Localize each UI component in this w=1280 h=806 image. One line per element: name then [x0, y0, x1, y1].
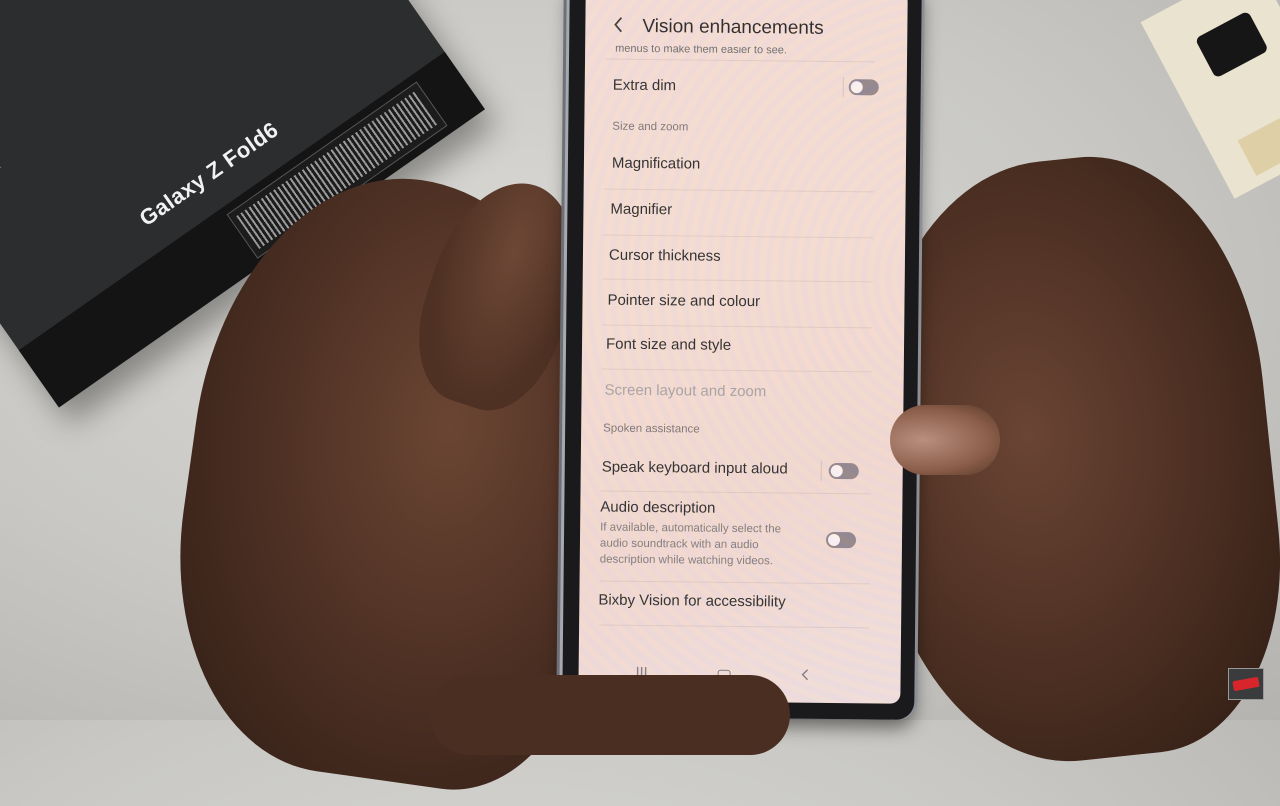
setting-label: Magnifier: [610, 200, 673, 219]
chevron-left-icon: [614, 17, 623, 33]
extra-dim-toggle[interactable]: [848, 79, 879, 96]
background-scene: Galaxy Z Fold6 Vision enhancements menus…: [0, 0, 1280, 806]
section-header-size-zoom: Size and zoom: [612, 120, 689, 134]
section-header-spoken-assistance: Spoken assistance: [603, 422, 700, 436]
bottom-finger: [430, 675, 790, 755]
setting-label: Audio description: [600, 498, 716, 517]
phone: Vision enhancements menus to make them e…: [562, 0, 922, 720]
setting-label: Screen layout and zoom: [604, 381, 767, 401]
separator: [842, 77, 844, 98]
item-description-cut: menus to make them easier to see.: [615, 44, 787, 55]
setting-extra-dim[interactable]: Extra dim: [584, 74, 884, 113]
app-header: Vision enhancements: [585, 10, 907, 49]
phone-screen: Vision enhancements menus to make them e…: [578, 0, 908, 704]
red-key-icon: [1232, 676, 1260, 692]
setting-cursor-thickness[interactable]: Cursor thickness: [583, 246, 883, 289]
page-title: Vision enhancements: [642, 15, 824, 39]
wooden-stand: [1140, 0, 1280, 199]
wood-block: [1237, 107, 1280, 176]
clip: [1194, 10, 1269, 79]
divider: [599, 580, 870, 585]
setting-label: Font size and style: [605, 335, 732, 354]
box-window-art: [0, 0, 1, 220]
right-index-finger: [890, 405, 1000, 475]
setting-label: Cursor thickness: [608, 246, 721, 265]
setting-screen-layout-zoom: Screen layout and zoom: [581, 381, 881, 420]
setting-description: If available, automatically select the a…: [599, 521, 782, 568]
setting-label: Magnification: [611, 154, 701, 173]
back-button[interactable]: [611, 15, 635, 39]
audio-description-toggle[interactable]: [825, 531, 857, 549]
setting-label: Speak keyboard input aloud: [601, 458, 788, 478]
setting-label: Extra dim: [612, 76, 677, 95]
speak-keyboard-toggle[interactable]: [828, 462, 859, 480]
divider: [605, 58, 876, 63]
setting-label: Bixby Vision for accessibility: [598, 591, 786, 611]
nav-back-button[interactable]: [798, 667, 810, 688]
setting-label: Pointer size and colour: [607, 291, 761, 311]
setting-audio-description[interactable]: Audio description If available, automati…: [580, 498, 881, 573]
channel-logo: [1228, 668, 1264, 700]
separator: [820, 460, 822, 481]
back-arrow-icon: [801, 669, 809, 681]
setting-speak-keyboard-input[interactable]: Speak keyboard input aloud: [580, 456, 880, 495]
